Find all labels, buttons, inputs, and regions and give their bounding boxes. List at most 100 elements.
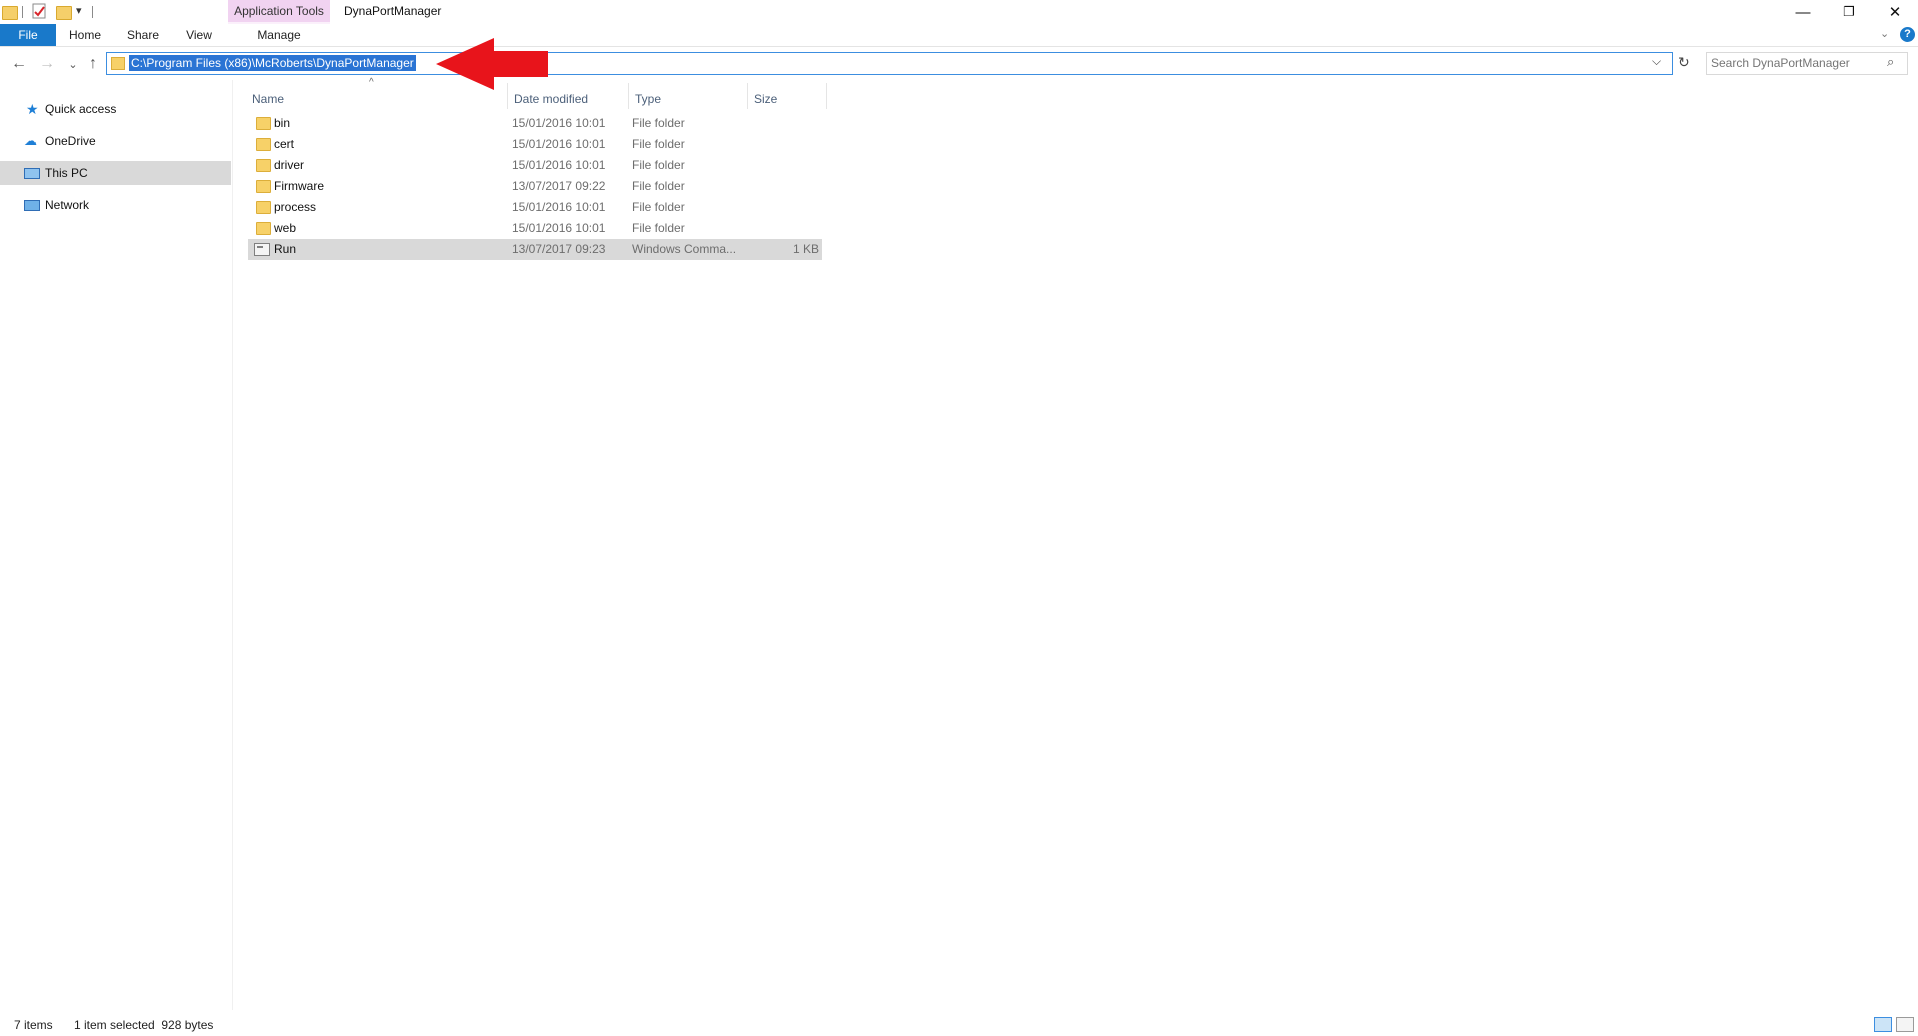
nav-item-label: This PC xyxy=(45,166,88,180)
column-header-date-modified[interactable]: Date modified xyxy=(514,89,624,109)
ribbon-tabs: File Home Share View Manage ⌄ ? xyxy=(0,24,1918,47)
computer-icon xyxy=(24,167,40,179)
folder-icon xyxy=(256,222,271,235)
file-type: Windows Comma... xyxy=(632,242,737,256)
file-size xyxy=(748,113,819,134)
file-list: ^ Name Date modified Type Size bin 15/01… xyxy=(232,77,1918,1010)
address-bar[interactable]: C:\Program Files (x86)\McRoberts\DynaPor… xyxy=(106,52,1673,75)
nav-item-label: Quick access xyxy=(45,102,117,116)
window-title: DynaPortManager xyxy=(344,4,442,18)
file-row-firmware[interactable]: Firmware 13/07/2017 09:22 File folder xyxy=(248,176,822,197)
nav-item-this-pc[interactable]: This PC xyxy=(0,161,231,185)
file-type: File folder xyxy=(632,137,685,151)
file-name: web xyxy=(274,221,297,235)
folder-icon xyxy=(256,117,271,130)
folder-icon xyxy=(256,138,271,151)
address-dropdown-chevron-icon[interactable]: ⌵ xyxy=(1652,54,1661,69)
file-row-run[interactable]: Run 13/07/2017 09:23 Windows Comma... 1 … xyxy=(248,239,822,260)
back-arrow-icon[interactable]: ← xyxy=(8,51,30,77)
file-date: 15/01/2016 10:01 xyxy=(512,116,606,130)
help-icon[interactable]: ? xyxy=(1900,27,1915,42)
batch-file-icon xyxy=(254,243,270,256)
large-icons-view-icon[interactable] xyxy=(1896,1017,1914,1032)
refresh-icon[interactable]: ↻ xyxy=(1678,54,1690,71)
new-folder-icon[interactable] xyxy=(56,6,72,20)
file-name: Firmware xyxy=(274,179,324,193)
file-size xyxy=(748,176,819,197)
file-name: bin xyxy=(274,116,291,130)
cloud-icon: ☁ xyxy=(24,133,37,148)
column-divider[interactable] xyxy=(628,83,629,109)
file-row-process[interactable]: process 15/01/2016 10:01 File folder xyxy=(248,197,822,218)
nav-item-label: OneDrive xyxy=(45,134,96,148)
properties-icon[interactable] xyxy=(32,3,47,19)
close-button[interactable]: ✕ xyxy=(1872,0,1918,24)
tab-manage[interactable]: Manage xyxy=(234,24,324,46)
recent-locations-chevron-icon[interactable]: ⌄ xyxy=(62,51,84,77)
file-row-cert[interactable]: cert 15/01/2016 10:01 File folder xyxy=(248,134,822,155)
file-row-web[interactable]: web 15/01/2016 10:01 File folder xyxy=(248,218,822,239)
column-divider[interactable] xyxy=(507,83,508,109)
tab-share[interactable]: Share xyxy=(118,24,168,46)
file-name: driver xyxy=(274,158,305,172)
file-name: Run xyxy=(274,242,297,256)
file-row-bin[interactable]: bin 15/01/2016 10:01 File folder xyxy=(248,113,822,134)
file-type: File folder xyxy=(632,221,685,235)
up-arrow-icon[interactable]: ↑ xyxy=(82,51,104,77)
star-icon: ★ xyxy=(26,100,39,117)
selection-info: 1 item selected 928 bytes xyxy=(74,1018,214,1032)
file-row-driver[interactable]: driver 15/01/2016 10:01 File folder xyxy=(248,155,822,176)
expand-ribbon-icon[interactable]: ⌄ xyxy=(1880,27,1889,40)
column-header-type[interactable]: Type xyxy=(635,89,745,109)
file-type: File folder xyxy=(632,158,685,172)
file-date: 13/07/2017 09:23 xyxy=(512,242,606,256)
file-size xyxy=(748,155,819,176)
context-tab-group-label: Application Tools xyxy=(228,0,330,22)
folder-icon[interactable] xyxy=(2,6,18,20)
address-path[interactable]: C:\Program Files (x86)\McRoberts\DynaPor… xyxy=(129,55,416,71)
tab-view[interactable]: View xyxy=(176,24,222,46)
restore-button[interactable]: ❐ xyxy=(1826,0,1872,24)
column-header-size[interactable]: Size xyxy=(754,89,824,109)
file-size: 1 KB xyxy=(792,242,819,256)
forward-arrow-icon[interactable]: → xyxy=(36,51,58,77)
file-type: File folder xyxy=(632,179,685,193)
item-count: 7 items xyxy=(14,1018,53,1032)
minimize-button[interactable]: — xyxy=(1780,0,1826,24)
folder-icon xyxy=(256,159,271,172)
details-view-icon[interactable] xyxy=(1874,1017,1892,1032)
column-divider[interactable] xyxy=(826,83,827,109)
file-size xyxy=(748,134,819,155)
tab-home[interactable]: Home xyxy=(62,24,108,46)
folder-icon xyxy=(256,180,271,193)
nav-item-quick-access[interactable]: ★ Quick access xyxy=(0,97,231,121)
search-input[interactable] xyxy=(1711,54,1881,71)
nav-item-label: Network xyxy=(45,198,90,212)
status-bar: 7 items 1 item selected 928 bytes xyxy=(0,1014,1918,1036)
file-type: File folder xyxy=(632,200,685,214)
column-divider[interactable] xyxy=(747,83,748,109)
file-date: 15/01/2016 10:01 xyxy=(512,200,606,214)
file-name: cert xyxy=(274,137,295,151)
search-box[interactable]: ⌕ xyxy=(1706,52,1908,75)
folder-icon xyxy=(256,201,271,214)
nav-item-onedrive[interactable]: ☁ OneDrive xyxy=(0,129,231,153)
file-date: 15/01/2016 10:01 xyxy=(512,221,606,235)
file-date: 15/01/2016 10:01 xyxy=(512,158,606,172)
folder-icon xyxy=(111,57,125,70)
file-type: File folder xyxy=(632,116,685,130)
nav-item-network[interactable]: Network xyxy=(0,193,231,217)
search-icon[interactable]: ⌕ xyxy=(1887,54,1894,70)
network-icon xyxy=(24,199,40,211)
file-date: 15/01/2016 10:01 xyxy=(512,137,606,151)
file-size xyxy=(748,218,819,239)
file-name: process xyxy=(274,200,317,214)
file-size xyxy=(748,197,819,218)
customize-qat-icon[interactable]: ▾ xyxy=(76,4,82,17)
tab-file[interactable]: File xyxy=(0,24,56,46)
sort-ascending-icon: ^ xyxy=(369,77,374,88)
file-date: 13/07/2017 09:22 xyxy=(512,179,606,193)
separator xyxy=(92,6,93,18)
column-header-name[interactable]: Name xyxy=(252,89,492,109)
navigation-pane: ★ Quick access ☁ OneDrive This PC Networ… xyxy=(0,80,233,1010)
